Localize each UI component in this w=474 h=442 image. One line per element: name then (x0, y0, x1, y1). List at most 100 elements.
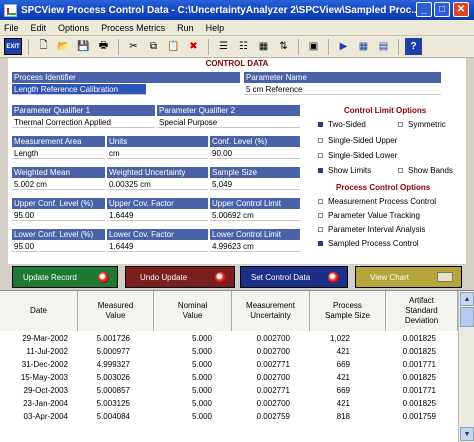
parameter-name-field[interactable]: 5 cm Reference (244, 84, 441, 95)
conf-level-field[interactable]: 90.00 (210, 148, 300, 159)
table-cell[interactable]: 0.002700 (230, 346, 290, 358)
sort-icon[interactable]: ⇅ (275, 38, 292, 55)
table-cell[interactable]: 15-May-2003 (8, 372, 68, 384)
table-cell[interactable]: 669 (290, 359, 350, 371)
vertical-scrollbar[interactable]: ▲ ▼ (458, 291, 474, 442)
table-cell[interactable]: 0.001771 (376, 359, 436, 371)
menu-options[interactable]: Options (58, 23, 89, 33)
column-header-process-sample-size[interactable]: Process Sample Size (310, 291, 386, 331)
table-cell[interactable]: 421 (290, 372, 350, 384)
measurement-process-control-radio[interactable]: Measurement Process Control (318, 197, 436, 206)
table-cell[interactable]: 669 (290, 385, 350, 397)
save-icon[interactable]: 💾 (75, 38, 92, 55)
table-cell[interactable]: 5.000977 (70, 346, 130, 358)
table-cell[interactable]: 29-Oct-2003 (8, 385, 68, 397)
table-cell[interactable]: 0.001825 (376, 333, 436, 345)
show-bands-checkbox[interactable]: Show Bands (398, 166, 453, 175)
close-button[interactable]: ✕ (453, 2, 469, 17)
table-cell[interactable]: 0.002700 (230, 398, 290, 410)
lower-control-limit-field[interactable]: 4.99623 cm (210, 241, 300, 252)
undo-update-button[interactable]: Undo Update (125, 266, 235, 288)
table-cell[interactable]: 0.002700 (230, 372, 290, 384)
column-header-measured-value[interactable]: Measured Value (78, 291, 154, 331)
table-cell[interactable]: 5.003125 (70, 398, 130, 410)
scroll-thumb[interactable] (460, 307, 474, 327)
table-cell[interactable]: 29-Mar-2002 (8, 333, 68, 345)
table-cell[interactable]: 5.000 (152, 398, 212, 410)
table-cell[interactable]: 4.999327 (70, 359, 130, 371)
lower-conf-level-field[interactable]: 95.00 (12, 241, 105, 252)
calculator-icon[interactable]: ▣ (305, 38, 322, 55)
print-icon[interactable]: 🖶 (95, 38, 112, 55)
two-sided-radio[interactable]: Two-Sided (318, 120, 366, 129)
menu-run[interactable]: Run (177, 23, 194, 33)
lower-cov-factor-field[interactable]: 1.6449 (107, 241, 208, 252)
scroll-up-arrow-icon[interactable]: ▲ (460, 292, 474, 306)
table-cell[interactable]: 0.002700 (230, 333, 290, 345)
scroll-down-arrow-icon[interactable]: ▼ (460, 427, 474, 441)
table-cell[interactable]: 818 (290, 411, 350, 423)
copy-icon[interactable]: ⧉ (145, 38, 162, 55)
qualifier1-field[interactable]: Thermal Correction Applied (12, 117, 155, 128)
table-cell[interactable]: 0.001825 (376, 372, 436, 384)
table-cell[interactable]: 0.001825 (376, 346, 436, 358)
table-cell[interactable]: 5.000857 (70, 385, 130, 397)
run-icon[interactable]: ▶ (335, 38, 352, 55)
weighted-mean-field[interactable]: 5.002 cm (12, 179, 105, 190)
table-cell[interactable]: 5.003026 (70, 372, 130, 384)
parameter-value-tracking-radio[interactable]: Parameter Value Tracking (318, 211, 420, 220)
table-cell[interactable]: 0.002771 (230, 359, 290, 371)
table-cell[interactable]: 0.002759 (230, 411, 290, 423)
table-cell[interactable]: 421 (290, 346, 350, 358)
maximize-button[interactable]: □ (434, 2, 450, 17)
table-cell[interactable]: 5.000 (152, 385, 212, 397)
table-cell[interactable]: 5.000 (152, 372, 212, 384)
table-cell[interactable]: 5.000 (152, 359, 212, 371)
qualifier2-field[interactable]: Special Purpose (157, 117, 300, 128)
open-folder-icon[interactable]: 📂 (55, 38, 72, 55)
append-row-icon[interactable]: ☷ (235, 38, 252, 55)
column-header-artifact-std-dev[interactable]: Artifact Standard Deviation (386, 291, 458, 331)
table-cell[interactable]: 1,022 (290, 333, 350, 345)
sample-size-field[interactable]: 5,049 (210, 179, 300, 190)
units-field[interactable]: cm (107, 148, 208, 159)
upper-conf-level-field[interactable]: 95.00 (12, 210, 105, 221)
menu-edit[interactable]: Edit (31, 23, 47, 33)
data-table[interactable]: Date Measured Value Nominal Value Measur… (0, 290, 474, 442)
set-control-data-button[interactable]: Set Control Data (240, 266, 348, 288)
minimize-button[interactable]: _ (416, 2, 432, 17)
grid-icon[interactable]: ▦ (255, 38, 272, 55)
table-cell[interactable]: 23-Jan-2004 (8, 398, 68, 410)
table-cell[interactable]: 5.001726 (70, 333, 130, 345)
show-limits-checkbox[interactable]: Show Limits (318, 166, 371, 175)
table-cell[interactable]: 5.000 (152, 411, 212, 423)
measurement-area-field[interactable]: Length (12, 148, 105, 159)
insert-row-icon[interactable]: ☰ (215, 38, 232, 55)
parameter-interval-analysis-radio[interactable]: Parameter Interval Analysis (318, 225, 425, 234)
column-header-date[interactable]: Date (0, 291, 78, 331)
table-cell[interactable]: 31-Dec-2002 (8, 359, 68, 371)
paste-icon[interactable]: 📋 (165, 38, 182, 55)
table-cell[interactable]: 0.001771 (376, 385, 436, 397)
menu-process-metrics[interactable]: Process Metrics (101, 23, 165, 33)
table-cell[interactable]: 0.002771 (230, 385, 290, 397)
column-header-nominal-value[interactable]: Nominal Value (154, 291, 232, 331)
table-cell[interactable]: 03-Apr-2004 (8, 411, 68, 423)
single-sided-lower-radio[interactable]: Single-Sided Lower (318, 151, 397, 160)
help-icon[interactable]: ? (405, 38, 422, 55)
delete-icon[interactable]: ✖ (185, 38, 202, 55)
exit-button[interactable]: EXIT (4, 38, 22, 55)
update-record-button[interactable]: Update Record (12, 266, 118, 288)
table-cell[interactable]: 0.001759 (376, 411, 436, 423)
cut-icon[interactable]: ✂ (125, 38, 142, 55)
table-cell[interactable]: 0.001825 (376, 398, 436, 410)
single-sided-upper-radio[interactable]: Single-Sided Upper (318, 136, 397, 145)
weighted-uncertainty-field[interactable]: 0.00325 cm (107, 179, 208, 190)
chart-icon[interactable]: ▤ (375, 38, 392, 55)
table-cell[interactable]: 5.000 (152, 346, 212, 358)
view-chart-button[interactable]: View Chart (355, 266, 462, 288)
table-cell[interactable]: 5.000 (152, 333, 212, 345)
upper-control-limit-field[interactable]: 5.00692 cm (210, 210, 300, 221)
upper-cov-factor-field[interactable]: 1.6449 (107, 210, 208, 221)
sampled-process-control-radio[interactable]: Sampled Process Control (318, 239, 419, 248)
